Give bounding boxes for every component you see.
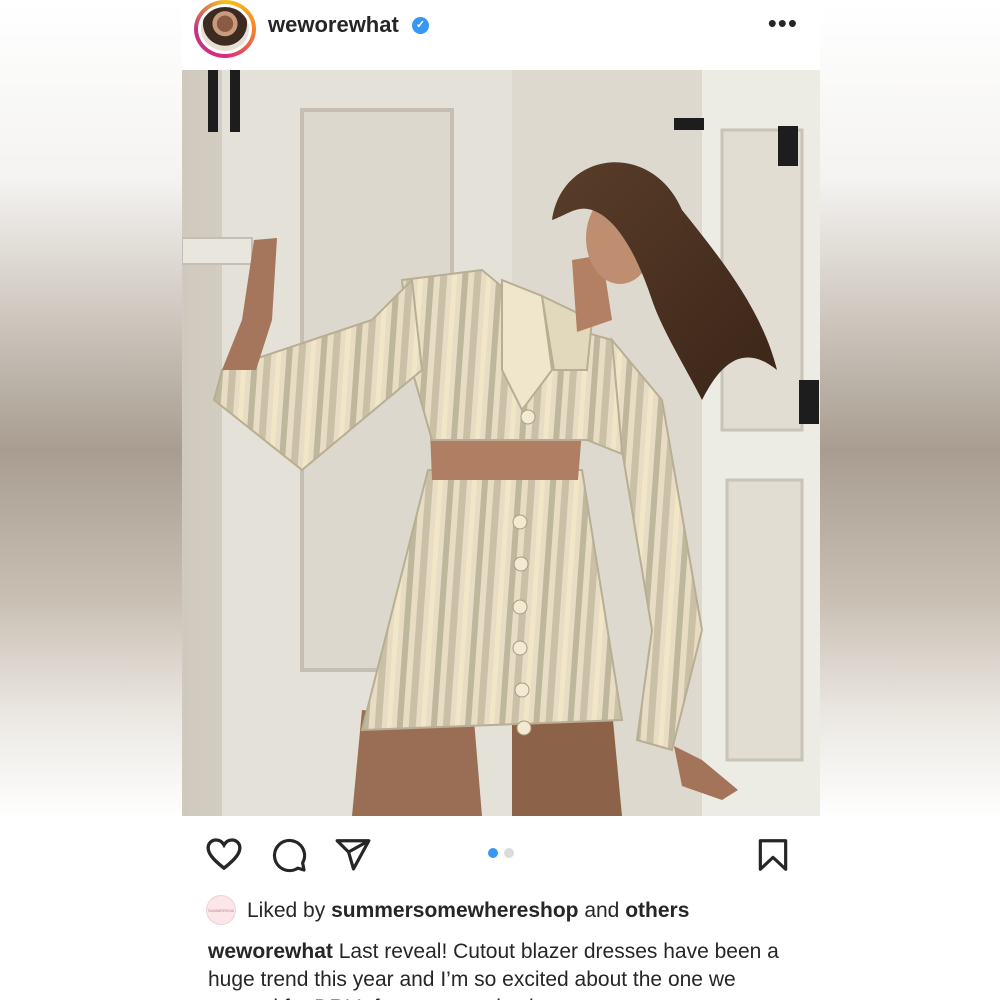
heart-icon[interactable] [204,834,244,874]
carousel-dot[interactable] [488,848,498,858]
carousel-dot[interactable] [504,848,514,858]
likes-connector: and [584,899,620,922]
story-ring[interactable] [194,0,256,58]
comment-icon[interactable] [270,836,308,874]
post-header: weworewhat ✓ ••• [182,0,820,70]
post-card: weworewhat ✓ ••• SUMMERSOM Liked by summ… [182,0,820,1000]
send-icon[interactable] [334,836,372,874]
liker-avatar[interactable]: SUMMERSOMEWHERE [206,895,236,925]
liker-avatar-logo: SUMMERSOMEWHERE [208,907,234,913]
verified-badge-icon: ✓ [412,17,429,34]
bookmark-icon[interactable] [754,836,792,874]
profile-avatar[interactable] [198,4,252,54]
post-photo-illustration [182,70,820,816]
caption-username[interactable]: weworewhat [208,940,333,963]
post-image[interactable] [182,70,820,816]
likes-summary: SUMMERSOMEWHERE Liked by summersomewhere… [206,893,806,927]
likes-prefix: Liked by [247,899,326,922]
post-caption: weworewhat Last reveal! Cutout blazer dr… [208,938,798,1000]
more-options-icon[interactable]: ••• [768,8,798,39]
action-bar [182,816,820,896]
likes-text: Liked by summersomewhereshop and others [247,899,689,923]
liker-username[interactable]: summersomewhereshop [331,899,578,922]
likes-others-link[interactable]: others [625,899,689,922]
post-username[interactable]: weworewhat [268,12,399,38]
